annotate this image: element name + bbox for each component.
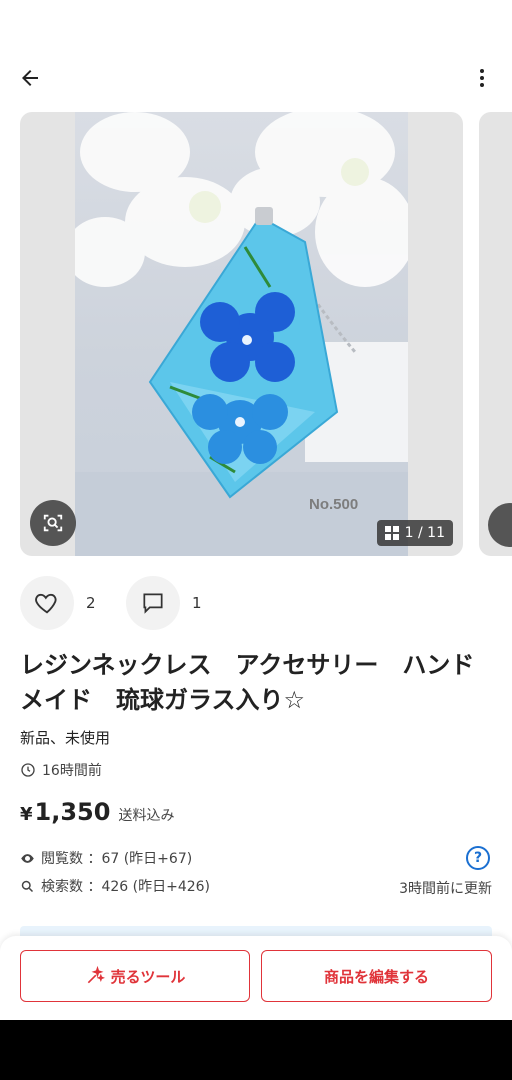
price-symbol: ¥ — [20, 804, 33, 825]
search-icon — [21, 880, 34, 892]
price-amount: 1,350 — [34, 798, 111, 826]
comment-count: 1 — [192, 594, 202, 612]
heart-icon — [35, 593, 57, 614]
search-count-text: 検索数 ：426 (昨日+426) — [41, 879, 210, 895]
back-button[interactable] — [14, 62, 46, 94]
updated-time: 3時間前に更新 — [399, 881, 492, 897]
edit-item-label: 商品を編集する — [323, 967, 429, 986]
shipping-label: 送料込み — [118, 808, 175, 824]
system-navigation-bar — [0, 1020, 512, 1080]
clock-icon — [21, 763, 35, 777]
comment-button[interactable] — [126, 576, 180, 630]
photo-counter-text: 1 / 11 — [404, 525, 445, 541]
grid-icon — [384, 526, 399, 540]
next-photo-peek[interactable] — [479, 112, 512, 556]
sparkle-icon — [87, 966, 105, 984]
photo-carousel[interactable]: No.500 1 / 11 — [0, 112, 512, 556]
product-photo[interactable]: No.500 1 / 11 — [20, 112, 463, 556]
image-search-icon — [43, 514, 63, 532]
sell-tools-button[interactable]: 売るツール — [20, 950, 250, 1002]
bottom-action-bar: 売るツール 商品を編集する — [0, 936, 512, 1020]
posted-time-text: 16時間前 — [42, 763, 102, 779]
posted-time: 16時間前 — [20, 760, 102, 780]
product-image — [65, 112, 415, 556]
image-search-button[interactable] — [30, 500, 76, 546]
view-count-text: 閲覧数 ：67 (昨日+67) — [41, 851, 193, 867]
item-condition: 新品、未使用 — [20, 729, 111, 747]
social-actions: 2 1 — [20, 576, 232, 630]
search-count: 検索数 ：426 (昨日+426) — [20, 876, 210, 896]
like-count: 2 — [86, 594, 96, 612]
view-count: 閲覧数 ：67 (昨日+67) — [20, 848, 192, 868]
help-button[interactable]: ? — [466, 846, 490, 870]
photo-watermark: No.500 — [309, 496, 359, 513]
arrow-left-icon — [22, 70, 38, 86]
price: ¥ 1,350 送料込み — [20, 798, 174, 826]
photo-counter: 1 / 11 — [376, 520, 453, 546]
comment-icon — [143, 593, 163, 614]
eye-icon — [21, 853, 34, 863]
edit-item-button[interactable]: 商品を編集する — [261, 950, 492, 1002]
like-button[interactable] — [20, 576, 74, 630]
sell-tools-label: 売るツール — [110, 967, 186, 986]
more-options-button[interactable] — [466, 62, 498, 94]
app-bar — [0, 50, 512, 106]
more-vertical-icon — [480, 69, 484, 87]
item-title: レジンネックレス アクセサリー ハンドメイド 琉球ガラス入り☆ — [20, 651, 475, 714]
